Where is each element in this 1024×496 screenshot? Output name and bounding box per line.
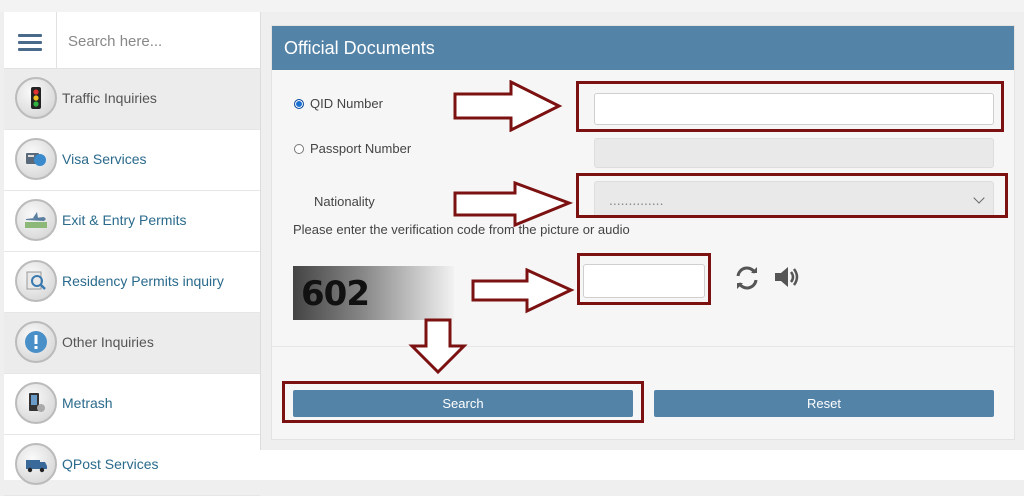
sidebar-item-label: Metrash — [62, 395, 113, 411]
sidebar-item-label: QPost Services — [62, 456, 159, 472]
reset-button[interactable]: Reset — [654, 390, 994, 417]
sidebar-item-residency-permits[interactable]: Residency Permits inquiry — [4, 252, 260, 313]
qid-input[interactable] — [594, 93, 994, 125]
passport-input[interactable] — [594, 138, 994, 168]
arrow-right-icon — [453, 80, 563, 132]
qid-label: QID Number — [310, 96, 383, 111]
passport-label: Passport Number — [310, 141, 412, 156]
sidebar-item-label: Exit & Entry Permits — [62, 212, 187, 228]
airplane-icon — [15, 199, 57, 241]
sidebar-item-label: Residency Permits inquiry — [62, 273, 224, 289]
sidebar-item-label: Visa Services — [62, 151, 147, 167]
exclamation-icon — [15, 321, 57, 363]
passport-radio[interactable] — [294, 144, 304, 154]
visa-icon — [15, 138, 57, 180]
arrow-right-icon — [471, 268, 575, 314]
refresh-captcha-icon[interactable] — [733, 264, 761, 297]
sidebar-item-label: Traffic Inquiries — [62, 90, 157, 106]
arrow-down-icon — [408, 318, 468, 375]
sidebar-item-traffic-inquiries[interactable]: Traffic Inquiries — [4, 69, 260, 130]
nationality-label: Nationality — [314, 194, 375, 209]
qid-radio[interactable] — [294, 99, 304, 109]
sidebar-item-other-inquiries[interactable]: Other Inquiries — [4, 313, 260, 374]
top-decorative-strip — [0, 0, 1024, 12]
form-divider — [272, 346, 1014, 347]
nationality-value: .............. — [609, 192, 664, 208]
official-documents-panel: Official Documents QID Number Passport N… — [271, 25, 1015, 440]
search-button[interactable]: Search — [293, 390, 633, 417]
captcha-image: 602 — [293, 266, 454, 320]
sidebar-item-label: Other Inquiries — [62, 334, 154, 350]
sidebar-item-metrash[interactable]: Metrash — [4, 374, 260, 435]
search-divider — [56, 12, 57, 68]
captcha-text: 602 — [301, 274, 370, 314]
sidebar-item-visa-services[interactable]: Visa Services — [4, 130, 260, 191]
sidebar-item-exit-entry-permits[interactable]: Exit & Entry Permits — [4, 191, 260, 252]
residency-search-icon — [15, 260, 57, 302]
nationality-select[interactable]: .............. — [594, 181, 994, 217]
panel-title: Official Documents — [272, 26, 1014, 70]
menu-icon[interactable] — [18, 34, 42, 52]
qpost-van-icon — [15, 443, 57, 485]
content-bottom-area — [260, 450, 1024, 480]
captcha-input[interactable] — [583, 264, 705, 298]
sidebar: Traffic Inquiries Visa Services Exit & E… — [4, 12, 261, 496]
sidebar-search-row — [4, 12, 260, 69]
sidebar-item-qpost-services[interactable]: QPost Services — [4, 435, 260, 496]
traffic-light-icon — [15, 77, 57, 119]
search-input[interactable] — [66, 28, 250, 54]
metrash-icon — [15, 382, 57, 424]
audio-captcha-icon[interactable] — [773, 264, 801, 295]
chevron-down-icon — [973, 192, 985, 204]
arrow-right-icon — [453, 181, 573, 228]
